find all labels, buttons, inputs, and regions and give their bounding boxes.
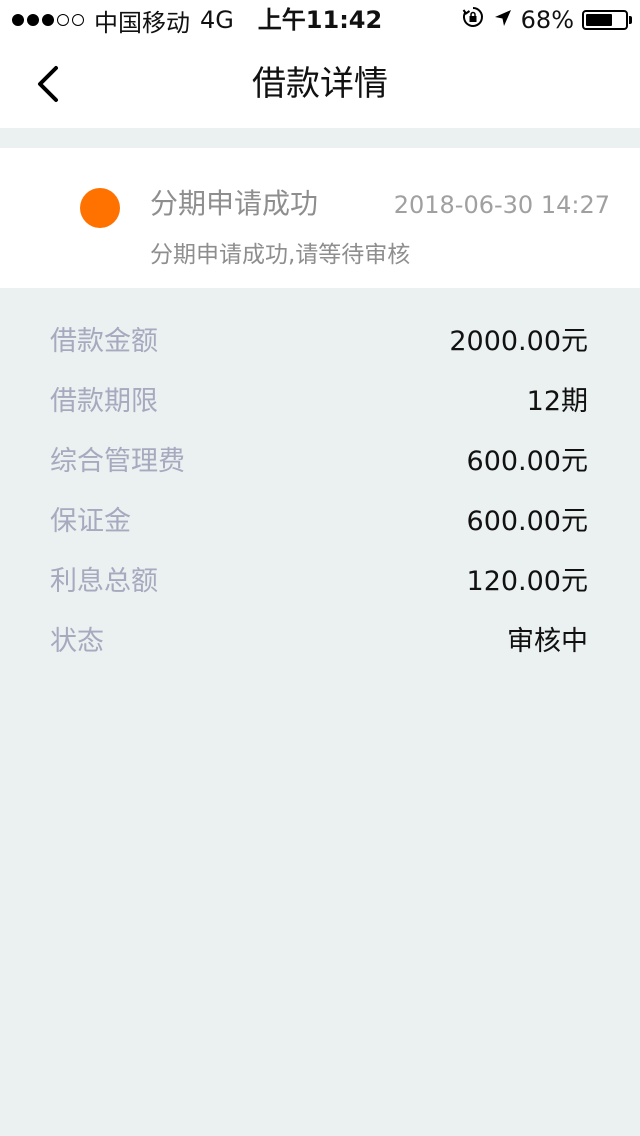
detail-row-management-fee: 综合管理费 600.00元 xyxy=(0,428,640,488)
detail-row-total-interest: 利息总额 120.00元 xyxy=(0,548,640,608)
detail-row-deposit: 保证金 600.00元 xyxy=(0,488,640,548)
signal-dots-icon xyxy=(12,14,84,26)
detail-value: 600.00元 xyxy=(466,505,588,537)
network-type: 4G xyxy=(200,6,234,34)
detail-label: 保证金 xyxy=(50,505,131,537)
battery-level xyxy=(586,14,612,26)
detail-value: 2000.00元 xyxy=(449,325,588,357)
status-subtitle: 分期申请成功,请等待审核 xyxy=(150,242,411,268)
application-status-card: 分期申请成功 2018-06-30 14:27 分期申请成功,请等待审核 xyxy=(0,148,640,288)
loan-details-list: 借款金额 2000.00元 借款期限 12期 综合管理费 600.00元 保证金… xyxy=(0,308,640,668)
detail-row-status: 状态 审核中 xyxy=(0,608,640,668)
battery-cap xyxy=(629,16,632,24)
battery-percent: 68% xyxy=(520,6,574,34)
detail-label: 综合管理费 xyxy=(50,445,185,477)
detail-value: 12期 xyxy=(526,385,588,417)
detail-value: 600.00元 xyxy=(466,445,588,477)
detail-label: 借款金额 xyxy=(50,325,158,357)
location-arrow-icon xyxy=(493,6,513,34)
detail-label: 状态 xyxy=(50,625,104,657)
detail-value: 120.00元 xyxy=(466,565,588,597)
signal-dot xyxy=(12,14,24,26)
status-bar-left: 中国移动 4G xyxy=(12,0,234,40)
detail-row-loan-amount: 借款金额 2000.00元 xyxy=(0,308,640,368)
status-bar: 中国移动 4G 上午11:42 68% xyxy=(0,0,640,40)
status-bar-right: 68% xyxy=(461,0,632,40)
page-title: 借款详情 xyxy=(252,64,388,104)
carrier-name: 中国移动 xyxy=(94,8,190,37)
orientation-lock-icon xyxy=(461,5,485,35)
status-timestamp: 2018-06-30 14:27 xyxy=(393,191,610,219)
signal-dot xyxy=(57,14,69,26)
signal-dot xyxy=(72,14,84,26)
detail-label: 利息总额 xyxy=(50,565,158,597)
back-button[interactable] xyxy=(20,56,76,112)
signal-dot xyxy=(42,14,54,26)
chevron-left-icon xyxy=(38,66,58,102)
status-dot-icon xyxy=(80,188,120,228)
signal-dot xyxy=(27,14,39,26)
detail-row-loan-term: 借款期限 12期 xyxy=(0,368,640,428)
battery-icon xyxy=(582,10,632,30)
status-title: 分期申请成功 xyxy=(150,187,319,220)
detail-value: 审核中 xyxy=(507,625,588,657)
nav-bar: 借款详情 xyxy=(0,40,640,128)
detail-label: 借款期限 xyxy=(50,385,158,417)
